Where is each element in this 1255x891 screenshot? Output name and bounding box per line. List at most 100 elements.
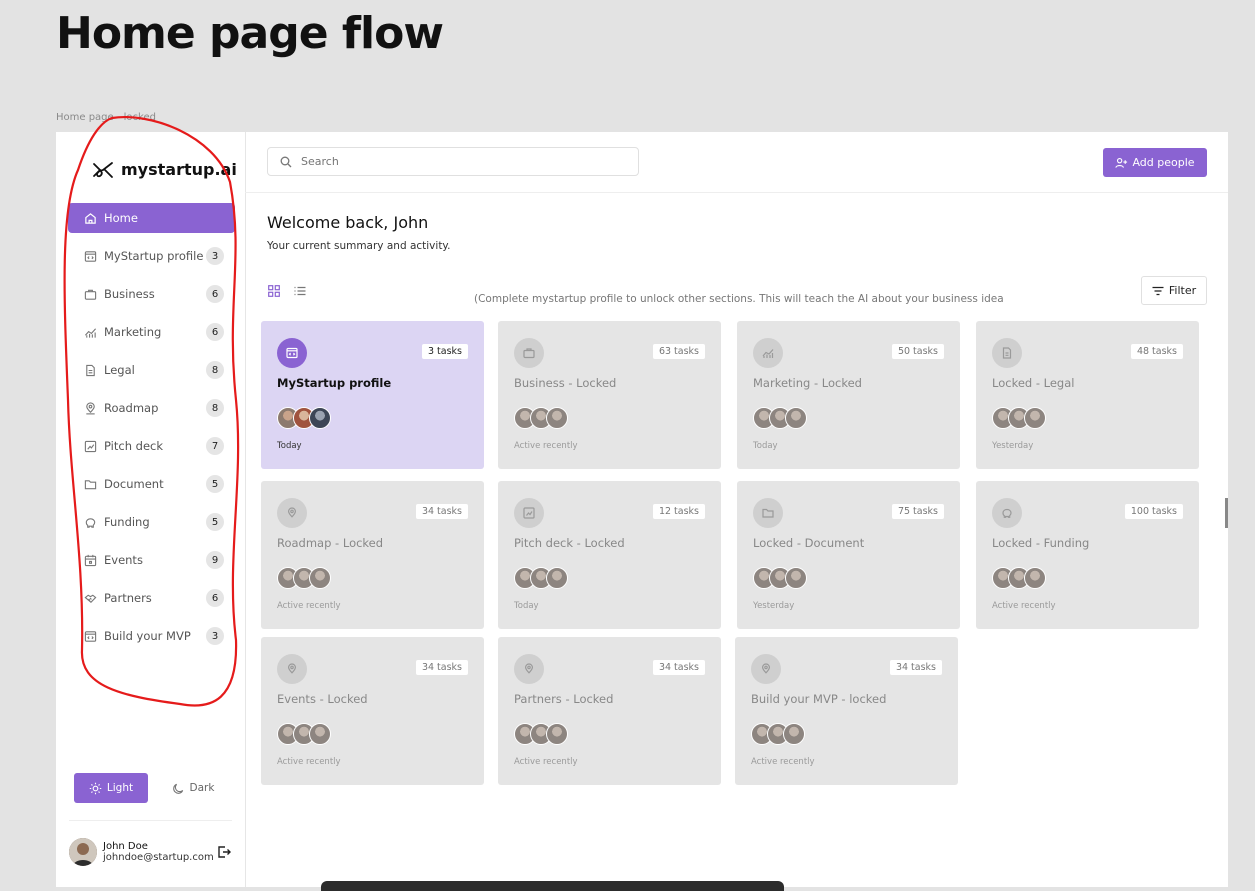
card-activity-time: Active recently [277,757,341,767]
piggy-bank-icon [1002,508,1012,518]
card-icon-circle [751,654,781,684]
code-window-icon [286,347,298,359]
app-frame: mystartup.ai Home MyStartup profile 3 Bu… [56,132,1228,887]
sidebar-item-label: Pitch deck [104,439,164,453]
chart-icon [84,327,97,338]
card-icon-circle [277,654,307,684]
section-card[interactable]: 100 tasks Locked - Funding Active recently [976,481,1199,629]
sidebar-item-label: MyStartup profile [104,249,204,263]
search-input[interactable] [299,154,623,169]
task-count-badge: 12 tasks [652,504,705,519]
section-card[interactable]: 12 tasks Pitch deck - Locked Today [498,481,721,629]
avatar [785,567,807,589]
section-card[interactable]: 3 tasks MyStartup profile Today [261,321,484,469]
count-badge: 3 [206,627,224,645]
count-badge: 6 [206,323,224,341]
logout-icon[interactable] [216,844,232,860]
grid-view-icon[interactable] [268,285,280,297]
card-icon-circle [992,498,1022,528]
avatar-group [277,723,331,745]
code-window-icon [84,630,97,642]
sidebar-item-label: Marketing [104,325,162,339]
user-email: johndoe@startup.com [103,852,214,863]
sidebar-item-marketing[interactable]: Marketing 6 [68,317,235,347]
frame-label: Home page - locked [56,112,156,123]
unlock-notice: (Complete mystartup profile to unlock ot… [474,293,1004,305]
sidebar-item-legal[interactable]: Legal 8 [68,355,235,385]
count-badge: 5 [206,475,224,493]
logo[interactable]: mystartup.ai [92,160,237,179]
section-card[interactable]: 34 tasks Events - Locked Active recently [261,637,484,785]
dark-theme-button[interactable]: Dark [156,773,230,803]
card-icon-circle [514,338,544,368]
count-badge: 8 [206,399,224,417]
light-theme-button[interactable]: Light [74,773,148,803]
count-badge: 6 [206,285,224,303]
card-activity-time: Active recently [751,757,815,767]
location-pin-icon [761,663,771,674]
location-pin-icon [287,663,297,674]
sidebar-nav: Home MyStartup profile 3 Business 6 Mark… [68,203,235,659]
filter-button[interactable]: Filter [1141,276,1207,305]
sidebar: mystartup.ai Home MyStartup profile 3 Bu… [56,132,246,887]
light-label: Light [106,782,134,794]
section-card[interactable]: 34 tasks Build your MVP - locked Active re… [735,637,958,785]
avatar-group [753,567,807,589]
task-count-badge: 34 tasks [415,504,468,519]
sidebar-item-build-your-mvp[interactable]: Build your MVP 3 [68,621,235,651]
card-icon-circle [514,498,544,528]
add-user-icon [1115,157,1128,168]
filter-icon [1152,286,1164,295]
location-pin-icon [524,663,534,674]
card-title: Roadmap - Locked [277,536,384,550]
card-activity-time: Active recently [992,601,1056,611]
user-name: John Doe [103,841,148,852]
sidebar-item-label: Build your MVP [104,629,191,643]
avatar[interactable] [69,838,97,866]
avatar [1024,567,1046,589]
section-card[interactable]: 50 tasks Marketing - Locked Today [737,321,960,469]
sidebar-item-label: Home [104,211,138,225]
avatar [309,407,331,429]
sidebar-item-roadmap[interactable]: Roadmap 8 [68,393,235,423]
sidebar-item-funding[interactable]: Funding 5 [68,507,235,537]
sidebar-item-label: Document [104,477,164,491]
theme-switcher: Light Dark [74,773,230,803]
user-info: John Doe johndoe@startup.com [103,841,216,863]
logo-text: mystartup.ai [121,160,237,179]
card-activity-time: Today [514,601,539,611]
avatar [309,723,331,745]
list-view-icon[interactable] [294,285,306,297]
sidebar-item-pitch-deck[interactable]: Pitch deck 7 [68,431,235,461]
section-card[interactable]: 34 tasks Roadmap - Locked Active recently [261,481,484,629]
sidebar-item-events[interactable]: Events 9 [68,545,235,575]
sidebar-item-label: Business [104,287,155,301]
avatar [309,567,331,589]
sidebar-item-partners[interactable]: Partners 6 [68,583,235,613]
task-count-badge: 34 tasks [652,660,705,675]
section-card[interactable]: 63 tasks Business - Locked Active recently [498,321,721,469]
count-badge: 8 [206,361,224,379]
card-icon-circle [753,498,783,528]
location-pin-icon [86,401,95,414]
card-activity-time: Active recently [514,757,578,767]
sidebar-item-mystartup-profile[interactable]: MyStartup profile 3 [68,241,235,271]
section-card[interactable]: 48 tasks Locked - Legal Yesterday [976,321,1199,469]
avatar-group [514,407,568,429]
sidebar-item-document[interactable]: Document 5 [68,469,235,499]
section-card[interactable]: 75 tasks Locked - Document Yesterday [737,481,960,629]
card-title: Locked - Legal [992,376,1075,390]
card-activity-time: Active recently [514,441,578,451]
section-card[interactable]: 34 tasks Partners - Locked Active recently [498,637,721,785]
avatar [1024,407,1046,429]
scrollbar-thumb[interactable] [1225,498,1228,528]
add-people-button[interactable]: Add people [1103,148,1207,177]
add-people-label: Add people [1132,156,1195,169]
card-icon-circle [753,338,783,368]
card-title: Locked - Document [753,536,865,550]
document-icon [86,364,95,376]
search-bar[interactable] [267,147,639,176]
sidebar-item-home[interactable]: Home [68,203,235,233]
sidebar-item-business[interactable]: Business 6 [68,279,235,309]
avatar-group [753,407,807,429]
